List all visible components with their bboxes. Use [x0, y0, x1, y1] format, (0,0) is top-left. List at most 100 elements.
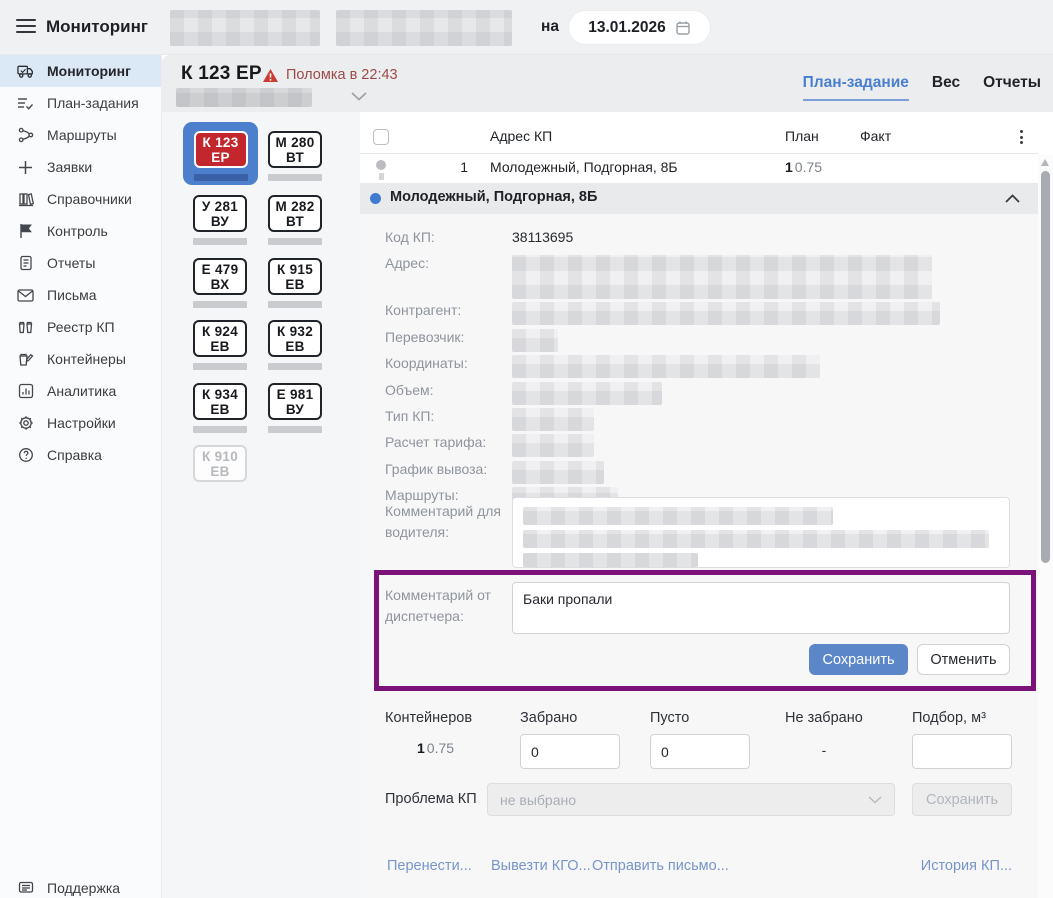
link-kp-history[interactable]: История КП...: [921, 858, 1012, 874]
sidebar-item-label: Заявки: [47, 159, 92, 175]
books-icon: [17, 191, 34, 208]
hamburger-menu-icon[interactable]: [16, 19, 36, 35]
sidebar-item-settings[interactable]: Настройки: [0, 407, 161, 439]
vehicle-plates-panel: К 123 ЕР М 280ВТ У 281ВУ М 282ВТ Е 479ВХ…: [162, 112, 360, 898]
redacted-vehicle-selector[interactable]: [176, 88, 312, 107]
plate-item[interactable]: К 934ЕВ: [193, 383, 247, 433]
link-remove-kgo[interactable]: Вывезти КГО...: [491, 858, 591, 874]
chevron-down-icon[interactable]: [351, 92, 367, 101]
redacted-header-block: [336, 10, 512, 46]
link-send-letter[interactable]: Отправить письмо...: [592, 858, 729, 874]
plate-item[interactable]: К 924ЕВ: [193, 320, 247, 370]
table-menu-icon[interactable]: [1012, 127, 1030, 147]
driver-comment-textarea[interactable]: [512, 497, 1010, 568]
plate-progress-bar: [193, 301, 247, 308]
plate-item[interactable]: Е 981ВУ: [268, 383, 322, 433]
field-label: Перевозчик:: [385, 326, 512, 345]
sidebar-item-label: Настройки: [47, 415, 116, 431]
sidebar-item-help[interactable]: Справка: [0, 439, 161, 471]
plate-selected[interactable]: К 123 ЕР: [183, 122, 258, 185]
plate-item[interactable]: Е 479ВХ: [193, 258, 247, 308]
sidebar-item-label: Контейнеры: [47, 351, 126, 367]
table-header: Адрес КП План Факт: [360, 120, 1038, 154]
dispatcher-comment-highlight: Комментарий от диспетчера: Баки пропали …: [374, 570, 1036, 691]
table-row[interactable]: 1 Молодежный, Подгорная, 8Б 10.75: [360, 154, 1038, 183]
plate-number: Е 981ВУ: [268, 383, 322, 420]
column-plan: План: [785, 128, 819, 144]
redacted-text: [523, 507, 833, 525]
select-all-checkbox[interactable]: [373, 129, 389, 145]
link-transfer[interactable]: Перенести...: [387, 858, 472, 874]
plate-item-disabled[interactable]: К 910ЕВ: [193, 445, 247, 482]
plate-item[interactable]: К 932ЕВ: [268, 320, 322, 370]
plate-progress-bar: [268, 238, 322, 245]
sidebar-item-monitoring[interactable]: Мониторинг: [0, 55, 161, 87]
date-picker[interactable]: 13.01.2026: [569, 11, 710, 44]
sidebar-item-kp-registry[interactable]: Реестр КП: [0, 311, 161, 343]
plate-item[interactable]: У 281ВУ: [193, 195, 247, 245]
plate-item[interactable]: М 280ВТ: [268, 131, 322, 181]
field-label: Код КП:: [385, 226, 512, 245]
plate-number: К 932ЕВ: [268, 320, 322, 357]
sidebar-item-support[interactable]: Поддержка: [0, 872, 162, 898]
sidebar-item-containers[interactable]: Контейнеры: [0, 343, 161, 375]
row-number: 1: [448, 159, 468, 175]
sidebar-item-plan-tasks[interactable]: План-задания: [0, 87, 161, 119]
action-links: Перенести... Вывезти КГО... Отправить пи…: [360, 858, 1038, 882]
plate-number: М 280ВТ: [268, 131, 322, 168]
field-label: График вывоза:: [385, 458, 512, 477]
taken-input[interactable]: [520, 734, 620, 769]
sidebar-item-routes[interactable]: Маршруты: [0, 119, 161, 151]
vertical-scrollbar[interactable]: [1038, 155, 1053, 898]
plate-number: К 934ЕВ: [193, 383, 247, 420]
containers-label: Контейнеров: [385, 710, 472, 726]
sidebar-item-label: Справочники: [47, 191, 132, 207]
sidebar-item-label: Мониторинг: [47, 63, 131, 79]
problem-save-button[interactable]: Сохранить: [912, 783, 1012, 816]
sidebar-item-analytics[interactable]: Аналитика: [0, 375, 161, 407]
row-plan-value: 10.75: [785, 159, 822, 175]
plate-number: У 281ВУ: [193, 195, 247, 232]
plate-item[interactable]: М 282ВТ: [268, 195, 322, 245]
counters-section: Контейнеров 10.75 Забрано Пусто Не забра…: [360, 710, 1038, 776]
vehicle-tabs: План-задание Вес Отчеты: [803, 74, 1041, 101]
sidebar-item-requests[interactable]: Заявки: [0, 151, 161, 183]
pickup-input[interactable]: [912, 734, 1012, 769]
plate-progress-bar: [193, 426, 247, 433]
tab-plan-task[interactable]: План-задание: [803, 74, 909, 101]
plate-progress-bar: [193, 238, 247, 245]
plate-progress-bar: [268, 426, 322, 433]
support-icon: [17, 880, 34, 897]
field-label: Расчет тарифа:: [385, 431, 512, 450]
report-icon: [17, 255, 34, 272]
sidebar-item-control[interactable]: Контроль: [0, 215, 161, 247]
plate-progress-bar: [193, 363, 247, 370]
tab-weight[interactable]: Вес: [932, 74, 960, 101]
save-button[interactable]: Сохранить: [809, 644, 908, 675]
sidebar-item-directories[interactable]: Справочники: [0, 183, 161, 215]
chevron-up-icon[interactable]: [1005, 194, 1020, 203]
vehicle-header-band: К 123 ЕР Поломка в 22:43 План-задание Ве…: [162, 55, 1053, 112]
plate-progress-bar: [268, 174, 322, 181]
sidebar-item-label: Письма: [47, 287, 97, 303]
sidebar-item-reports[interactable]: Отчеты: [0, 247, 161, 279]
scrollbar-thumb[interactable]: [1041, 171, 1050, 563]
problem-placeholder: не выбрано: [500, 792, 576, 808]
empty-input[interactable]: [650, 734, 750, 769]
cancel-button[interactable]: Отменить: [917, 644, 1010, 675]
plate-item[interactable]: К 915ЕВ: [268, 258, 322, 308]
plate-number: Е 479ВХ: [193, 258, 247, 295]
sidebar-item-label: Поддержка: [47, 880, 120, 896]
expanded-stop-header[interactable]: Молодежный, Подгорная, 8Б: [360, 183, 1038, 214]
dispatcher-comment-label: Комментарий от диспетчера:: [385, 585, 507, 627]
expanded-stop-title: Молодежный, Подгорная, 8Б: [390, 189, 597, 205]
problem-select[interactable]: не выбрано: [487, 783, 895, 816]
field-value: 38113695: [512, 226, 573, 245]
redacted-field-value: [512, 329, 558, 352]
sidebar-item-letters[interactable]: Письма: [0, 279, 161, 311]
dispatcher-comment-textarea[interactable]: Баки пропали: [512, 582, 1010, 634]
analytics-icon: [17, 383, 34, 400]
sidebar-item-label: Отчеты: [47, 255, 95, 271]
tab-reports[interactable]: Отчеты: [983, 74, 1041, 101]
scroll-up-arrow-icon[interactable]: [1041, 159, 1049, 166]
